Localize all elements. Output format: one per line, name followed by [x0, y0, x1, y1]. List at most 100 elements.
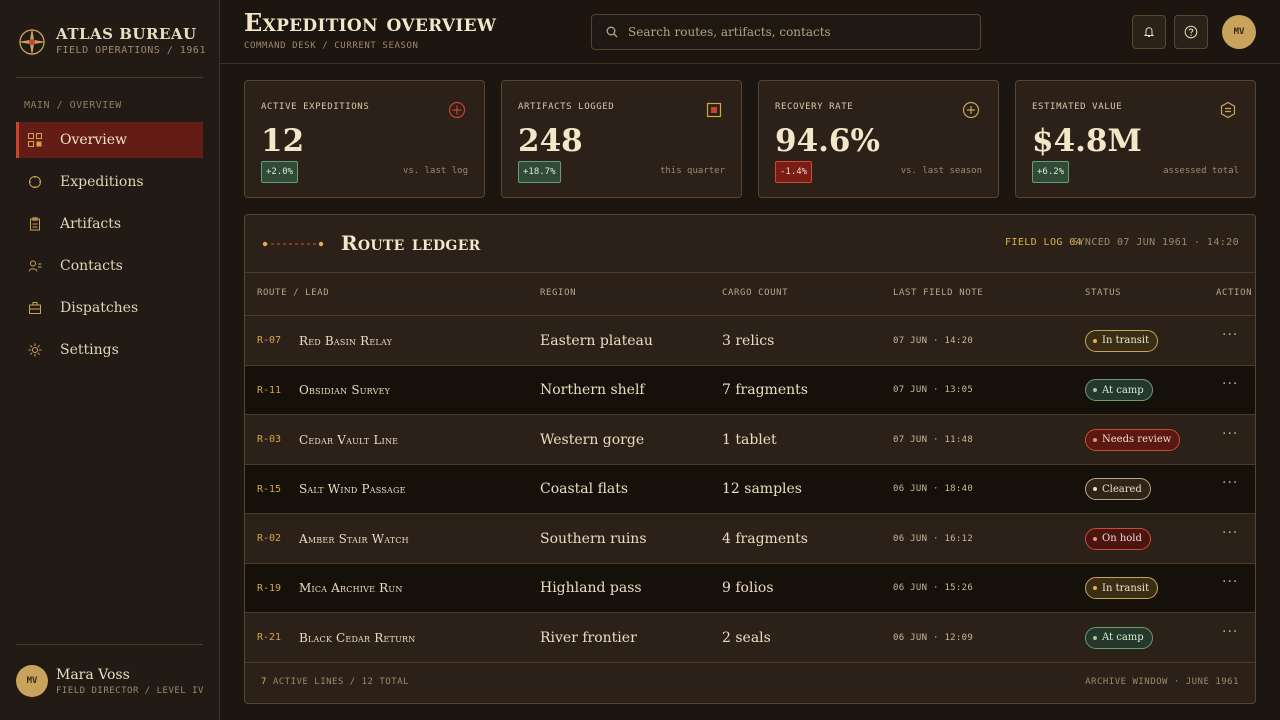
- cargo-count: 1 tablet: [722, 431, 777, 448]
- last-field-note: 07 JUN · 14:20: [893, 335, 974, 346]
- cargo-count: 12 samples: [722, 481, 802, 497]
- sidebar-divider: [16, 644, 203, 645]
- kpi-label: ESTIMATED VALUE: [1032, 102, 1123, 112]
- kpi-label: RECOVERY RATE: [775, 102, 854, 112]
- table-row[interactable]: R-19 Mica Archive Run Highland pass 9 fo…: [245, 563, 1255, 613]
- search-input[interactable]: [628, 25, 968, 39]
- row-actions-button[interactable]: ···: [1222, 508, 1238, 557]
- compass-logo-icon: [18, 28, 46, 56]
- kpi-note: vs. last log: [402, 166, 468, 176]
- status-badge: Needs review: [1085, 428, 1181, 451]
- header-avatar[interactable]: MV: [1222, 15, 1256, 49]
- status-cell: On hold: [1085, 514, 1151, 563]
- kpi-note: vs. last season: [900, 166, 982, 176]
- sidebar-item-dispatches[interactable]: Dispatches: [16, 290, 203, 326]
- row-actions-button[interactable]: ···: [1222, 360, 1238, 409]
- sidebar-nav: Overview Expeditions Artifacts Contacts …: [16, 122, 203, 374]
- sidebar: ATLAS BUREAU FIELD OPERATIONS / 1961 MAI…: [0, 0, 220, 720]
- search-bar[interactable]: [591, 14, 981, 50]
- last-field-note: 06 JUN · 18:40: [893, 484, 974, 494]
- bell-icon: [1143, 27, 1155, 37]
- table-body: R-07 Red Basin Relay Eastern plateau 3 r…: [245, 316, 1255, 663]
- column-header-last-note[interactable]: LAST FIELD NOTE: [893, 288, 983, 298]
- user-name: Mara Voss: [56, 666, 130, 683]
- table-row[interactable]: R-07 Red Basin Relay Eastern plateau 3 r…: [245, 316, 1255, 366]
- ledger-footer: 7 ACTIVE LINES / 12 TOTAL ARCHIVE WINDOW…: [245, 663, 1255, 703]
- cargo-count: 7 fragments: [722, 382, 808, 398]
- route-id: R-03: [257, 434, 282, 445]
- help-button[interactable]: [1174, 15, 1208, 49]
- sidebar-divider: [16, 77, 203, 78]
- route-name: Cedar Vault Line: [299, 432, 399, 447]
- table-row[interactable]: R-02 Amber Stair Watch Southern ruins 4 …: [245, 514, 1255, 564]
- kpi-delta-badge: +2.0%: [261, 161, 299, 183]
- clipboard-icon: [28, 217, 42, 231]
- status-badge: In transit: [1085, 329, 1159, 352]
- cargo-count: 4 fragments: [722, 530, 808, 547]
- table-row[interactable]: R-03 Cedar Vault Line Western gorge 1 ta…: [245, 415, 1255, 465]
- row-actions-button[interactable]: ···: [1222, 310, 1238, 359]
- table-row[interactable]: R-15 Salt Wind Passage Coastal flats 12 …: [245, 464, 1255, 514]
- notifications-button[interactable]: [1132, 15, 1166, 49]
- cargo-count: 2 seals: [722, 629, 771, 646]
- kpi-value: $4.8M: [1032, 123, 1142, 159]
- kpi-value: 248: [518, 123, 583, 159]
- status-cell: At camp: [1085, 613, 1153, 662]
- route-name: Black Cedar Return: [299, 630, 416, 645]
- cargo-count: 3 relics: [722, 332, 775, 349]
- field-log-label: FIELD LOG 04: [1005, 237, 1083, 248]
- route-id: R-19: [257, 582, 282, 594]
- sidebar-item-label: Contacts: [60, 258, 123, 274]
- last-field-note: 06 JUN · 12:09: [893, 632, 974, 643]
- kpi-delta-badge: +6.2%: [1032, 161, 1070, 183]
- status-cell: In transit: [1085, 564, 1159, 613]
- kpi-delta-badge: -1.4%: [775, 161, 813, 183]
- sidebar-item-expeditions[interactable]: Expeditions: [16, 164, 203, 200]
- route-region: Northern shelf: [540, 382, 645, 398]
- route-id: R-07: [257, 335, 282, 346]
- row-actions-button[interactable]: ···: [1222, 607, 1238, 656]
- table-row[interactable]: R-21 Black Cedar Return River frontier 2…: [245, 613, 1255, 663]
- route-region: Western gorge: [540, 431, 645, 448]
- sidebar-item-contacts[interactable]: Contacts: [16, 248, 203, 284]
- route-region: Eastern plateau: [540, 332, 653, 349]
- sidebar-item-settings[interactable]: Settings: [16, 332, 203, 368]
- archive-window-label: ARCHIVE WINDOW · JUNE 1961: [1085, 677, 1239, 687]
- last-field-note: 06 JUN · 16:12: [893, 533, 974, 544]
- route-region: River frontier: [540, 629, 637, 646]
- table-row[interactable]: R-11 Obsidian Survey Northern shelf 7 fr…: [245, 365, 1255, 415]
- user-profile[interactable]: MV Mara Voss FIELD DIRECTOR / LEVEL IV: [16, 665, 204, 697]
- brand[interactable]: ATLAS BUREAU FIELD OPERATIONS / 1961: [18, 24, 206, 60]
- sidebar-item-label: Artifacts: [60, 216, 122, 232]
- ledger-header: Route ledger FIELD LOG 04 SYNCED 07 JUN …: [245, 215, 1255, 273]
- brand-subtitle: FIELD OPERATIONS / 1961: [56, 45, 206, 56]
- plus-circle-icon: [962, 101, 980, 119]
- avatar: MV: [16, 665, 48, 697]
- kpi-label: ARTIFACTS LOGGED: [518, 102, 615, 112]
- row-actions-button[interactable]: ···: [1222, 459, 1238, 508]
- column-header-cargo[interactable]: CARGO COUNT: [722, 288, 788, 298]
- sidebar-item-artifacts[interactable]: Artifacts: [16, 206, 203, 242]
- sidebar-item-label: Settings: [60, 342, 119, 358]
- column-header-route[interactable]: ROUTE / LEAD: [257, 288, 329, 298]
- kpi-value: 12: [261, 123, 305, 159]
- route-id: R-21: [257, 632, 282, 643]
- column-header-status[interactable]: STATUS: [1085, 288, 1121, 298]
- box-icon: [706, 102, 722, 118]
- row-actions-button[interactable]: ···: [1222, 409, 1238, 458]
- route-region: Southern ruins: [540, 530, 647, 547]
- kpi-note: this quarter: [659, 166, 725, 176]
- status-cell: At camp: [1085, 366, 1153, 415]
- sidebar-item-overview[interactable]: Overview: [16, 122, 203, 158]
- kpi-delta-badge: +18.7%: [518, 161, 561, 183]
- kpi-card-active-expeditions: ACTIVE EXPEDITIONS 12 +2.0% vs. last log: [244, 80, 485, 198]
- row-actions-button[interactable]: ···: [1222, 558, 1238, 607]
- kpi-value: 94.6%: [775, 123, 880, 159]
- breadcrumb: COMMAND DESK / CURRENT SEASON: [244, 41, 419, 51]
- sidebar-item-label: Expeditions: [60, 174, 144, 190]
- users-icon: [28, 259, 42, 273]
- column-header-region[interactable]: REGION: [540, 288, 576, 298]
- kpi-card-recovery-rate: RECOVERY RATE 94.6% -1.4% vs. last seaso…: [758, 80, 999, 198]
- status-badge: In transit: [1085, 577, 1159, 599]
- route-name: Amber Stair Watch: [299, 531, 409, 546]
